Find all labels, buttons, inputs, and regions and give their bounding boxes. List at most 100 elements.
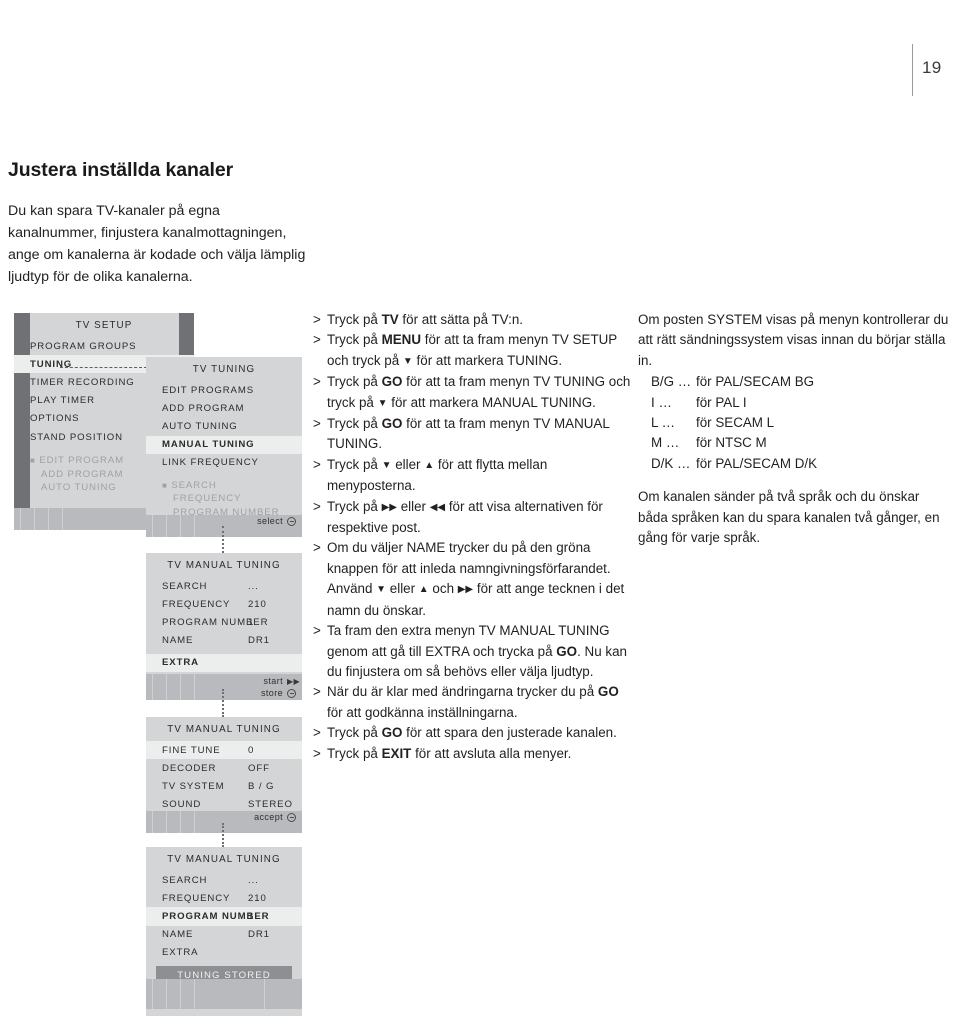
system-table-value: för SECAM L (696, 415, 775, 431)
osd-panel-tv-tuning: TV TUNING EDIT PROGRAMS ADD PROGRAM AUTO… (146, 357, 302, 537)
instruction-marker: > (313, 456, 321, 472)
osd-footer-tickmarks (20, 508, 66, 530)
osd-footer-tickmarks (152, 811, 198, 833)
instruction-text: eller (391, 456, 425, 472)
instruction-text: eller (386, 581, 419, 597)
instruction-key-label: MENU (381, 332, 422, 348)
osd-row-frequency[interactable]: FREQUENCY 210 (146, 595, 302, 613)
instruction-text: Tryck på (327, 725, 382, 741)
navigation-arrow-icon: ▼ (377, 397, 388, 409)
instruction-marker: > (313, 312, 321, 327)
osd-row-decoder[interactable]: DECODER OFF (146, 759, 302, 777)
osd-row-key: DECODER (162, 762, 217, 774)
osd-subitem-label: FREQUENCY (173, 493, 242, 505)
osd-row-key: PROGRAM NUMBER (162, 910, 270, 922)
navigation-arrow-icon: ▲ (418, 584, 429, 596)
osd-row-key: TV SYSTEM (162, 780, 225, 792)
navigation-arrow-icon: ▼ (376, 584, 387, 596)
instruction-text: Tryck på (327, 745, 382, 761)
note-system-intro-text: Om posten SYSTEM visas på menyn kontroll… (638, 312, 949, 368)
osd-item-link-frequency[interactable]: LINK FREQUENCY (146, 454, 302, 472)
notes-column: Om posten SYSTEM visas på menyn kontroll… (638, 310, 950, 561)
instruction-key-label: GO (597, 684, 619, 700)
osd-item-add-program[interactable]: ADD PROGRAM (146, 399, 302, 417)
instruction-marker: > (313, 725, 321, 741)
navigation-arrow-icon: ▼ (402, 355, 413, 367)
osd-action-select-label: select (257, 516, 283, 526)
system-table-key: I … (651, 394, 672, 410)
osd-row-value: ... (248, 874, 259, 886)
instruction-text: för att markera TUNING. (412, 352, 563, 368)
osd-action-accept-label: accept (254, 812, 283, 822)
osd-row-key: NAME (162, 929, 194, 941)
osd-subitem-label: AUTO TUNING (41, 482, 117, 494)
leader-line-vertical-2 (222, 689, 224, 717)
instruction-marker: > (313, 623, 321, 639)
osd-row-search[interactable]: SEARCH ... (146, 871, 302, 889)
instruction-text: för att sätta på TV:n. (398, 312, 524, 327)
osd-item-program-groups[interactable]: PROGRAM GROUPS (14, 337, 194, 355)
instructions-column: > Tryck på TV för att sätta på TV:n. > Tryc… (313, 310, 631, 764)
page-number-rule (912, 44, 913, 96)
osd-row-value: B / G (248, 780, 275, 792)
page-number-block: 19 (912, 44, 960, 96)
instruction-text: för att spara den justerade kanalen. (402, 725, 617, 741)
system-table-key: M … (651, 435, 680, 451)
osd-panel-tv-manual-tuning-stored: TV MANUAL TUNING SEARCH ... FREQUENCY 21… (146, 847, 302, 1016)
system-table-key: B/G … (651, 374, 692, 390)
osd-row-value: ... (248, 580, 259, 592)
osd-subitems-tv-tuning: ■ SEARCH FREQUENCY PROGRAM NUMBER (146, 479, 302, 520)
instruction-marker: > (313, 332, 321, 348)
osd-subitem-label: SEARCH (171, 479, 217, 491)
osd-row-key: SOUND (162, 799, 202, 811)
osd-item-auto-tuning[interactable]: AUTO TUNING (146, 417, 302, 435)
osd-row-key: FINE TUNE (162, 744, 221, 756)
osd-row-value: DR1 (248, 929, 270, 941)
osd-subitem-label: EDIT PROGRAM (39, 455, 125, 467)
system-table-row: M … för NTSC M (638, 433, 950, 453)
osd-row-value: 210 (248, 892, 267, 904)
instruction-marker: > (313, 540, 321, 556)
osd-row-value: 0 (248, 744, 255, 756)
osd-row-name[interactable]: NAME DR1 (146, 632, 302, 650)
osd-row-tv-system[interactable]: TV SYSTEM B / G (146, 777, 302, 795)
osd-item-edit-programs[interactable]: EDIT PROGRAMS (146, 381, 302, 399)
osd-title-tv-tuning: TV TUNING (192, 364, 256, 375)
osd-row-extra[interactable]: EXTRA (146, 653, 302, 672)
osd-subitem: ■ SEARCH (162, 479, 302, 493)
osd-title-tv-manual-tuning: TV MANUAL TUNING (167, 560, 281, 571)
osd-item-manual-tuning[interactable]: MANUAL TUNING (146, 435, 302, 454)
instruction-item: > Tryck på TV för att sätta på TV:n. (313, 310, 631, 330)
instruction-item: > Tryck på MENU för att ta fram menyn TV … (313, 330, 631, 372)
osd-row-fine-tune[interactable]: FINE TUNE 0 (146, 741, 302, 760)
osd-title-tv-setup: TV SETUP (75, 320, 133, 331)
osd-row-value (248, 657, 302, 668)
osd-footer-bar (146, 979, 302, 1009)
note-system-intro: Om posten SYSTEM visas på menyn kontroll… (638, 310, 950, 474)
osd-row-frequency[interactable]: FREQUENCY 210 (146, 889, 302, 907)
osd-panel-tv-manual-tuning-extra: TV MANUAL TUNING FINE TUNE 0 DECODER OFF… (146, 717, 302, 833)
system-table-value: för PAL I (696, 394, 747, 410)
instruction-text: Tryck på (327, 456, 382, 472)
system-table-value: för NTSC M (696, 435, 767, 451)
osd-row-value: OFF (248, 762, 270, 774)
instruction-text: Tryck på (327, 312, 382, 327)
osd-row-program-number[interactable]: PROGRAM NUMBER 1 (146, 613, 302, 631)
navigation-arrow-icon: ▶▶ (381, 501, 397, 513)
osd-row-name[interactable]: NAME DR1 (146, 926, 302, 944)
osd-footer-tickmarks (152, 979, 282, 1009)
instruction-marker: > (313, 374, 321, 390)
navigation-arrow-icon: ▼ (381, 459, 392, 471)
fast-forward-icon: ▶▶ (287, 677, 301, 686)
instruction-item: > Tryck på EXIT för att avsluta alla meny… (313, 744, 631, 764)
instruction-text: och (428, 581, 458, 597)
osd-panel-tv-manual-tuning: TV MANUAL TUNING SEARCH ... FREQUENCY 21… (146, 553, 302, 700)
osd-row-search[interactable]: SEARCH ... (146, 577, 302, 595)
instruction-key-label: EXIT (381, 745, 412, 761)
osd-row-extra[interactable]: EXTRA (146, 944, 302, 962)
osd-footer-tickmarks (152, 674, 198, 700)
osd-row-program-number[interactable]: PROGRAM NUMBER 1 (146, 907, 302, 926)
osd-row-key: PROGRAM NUMBER (162, 616, 269, 628)
instruction-key-label: GO (381, 416, 403, 432)
osd-row-key: FREQUENCY (162, 892, 231, 904)
